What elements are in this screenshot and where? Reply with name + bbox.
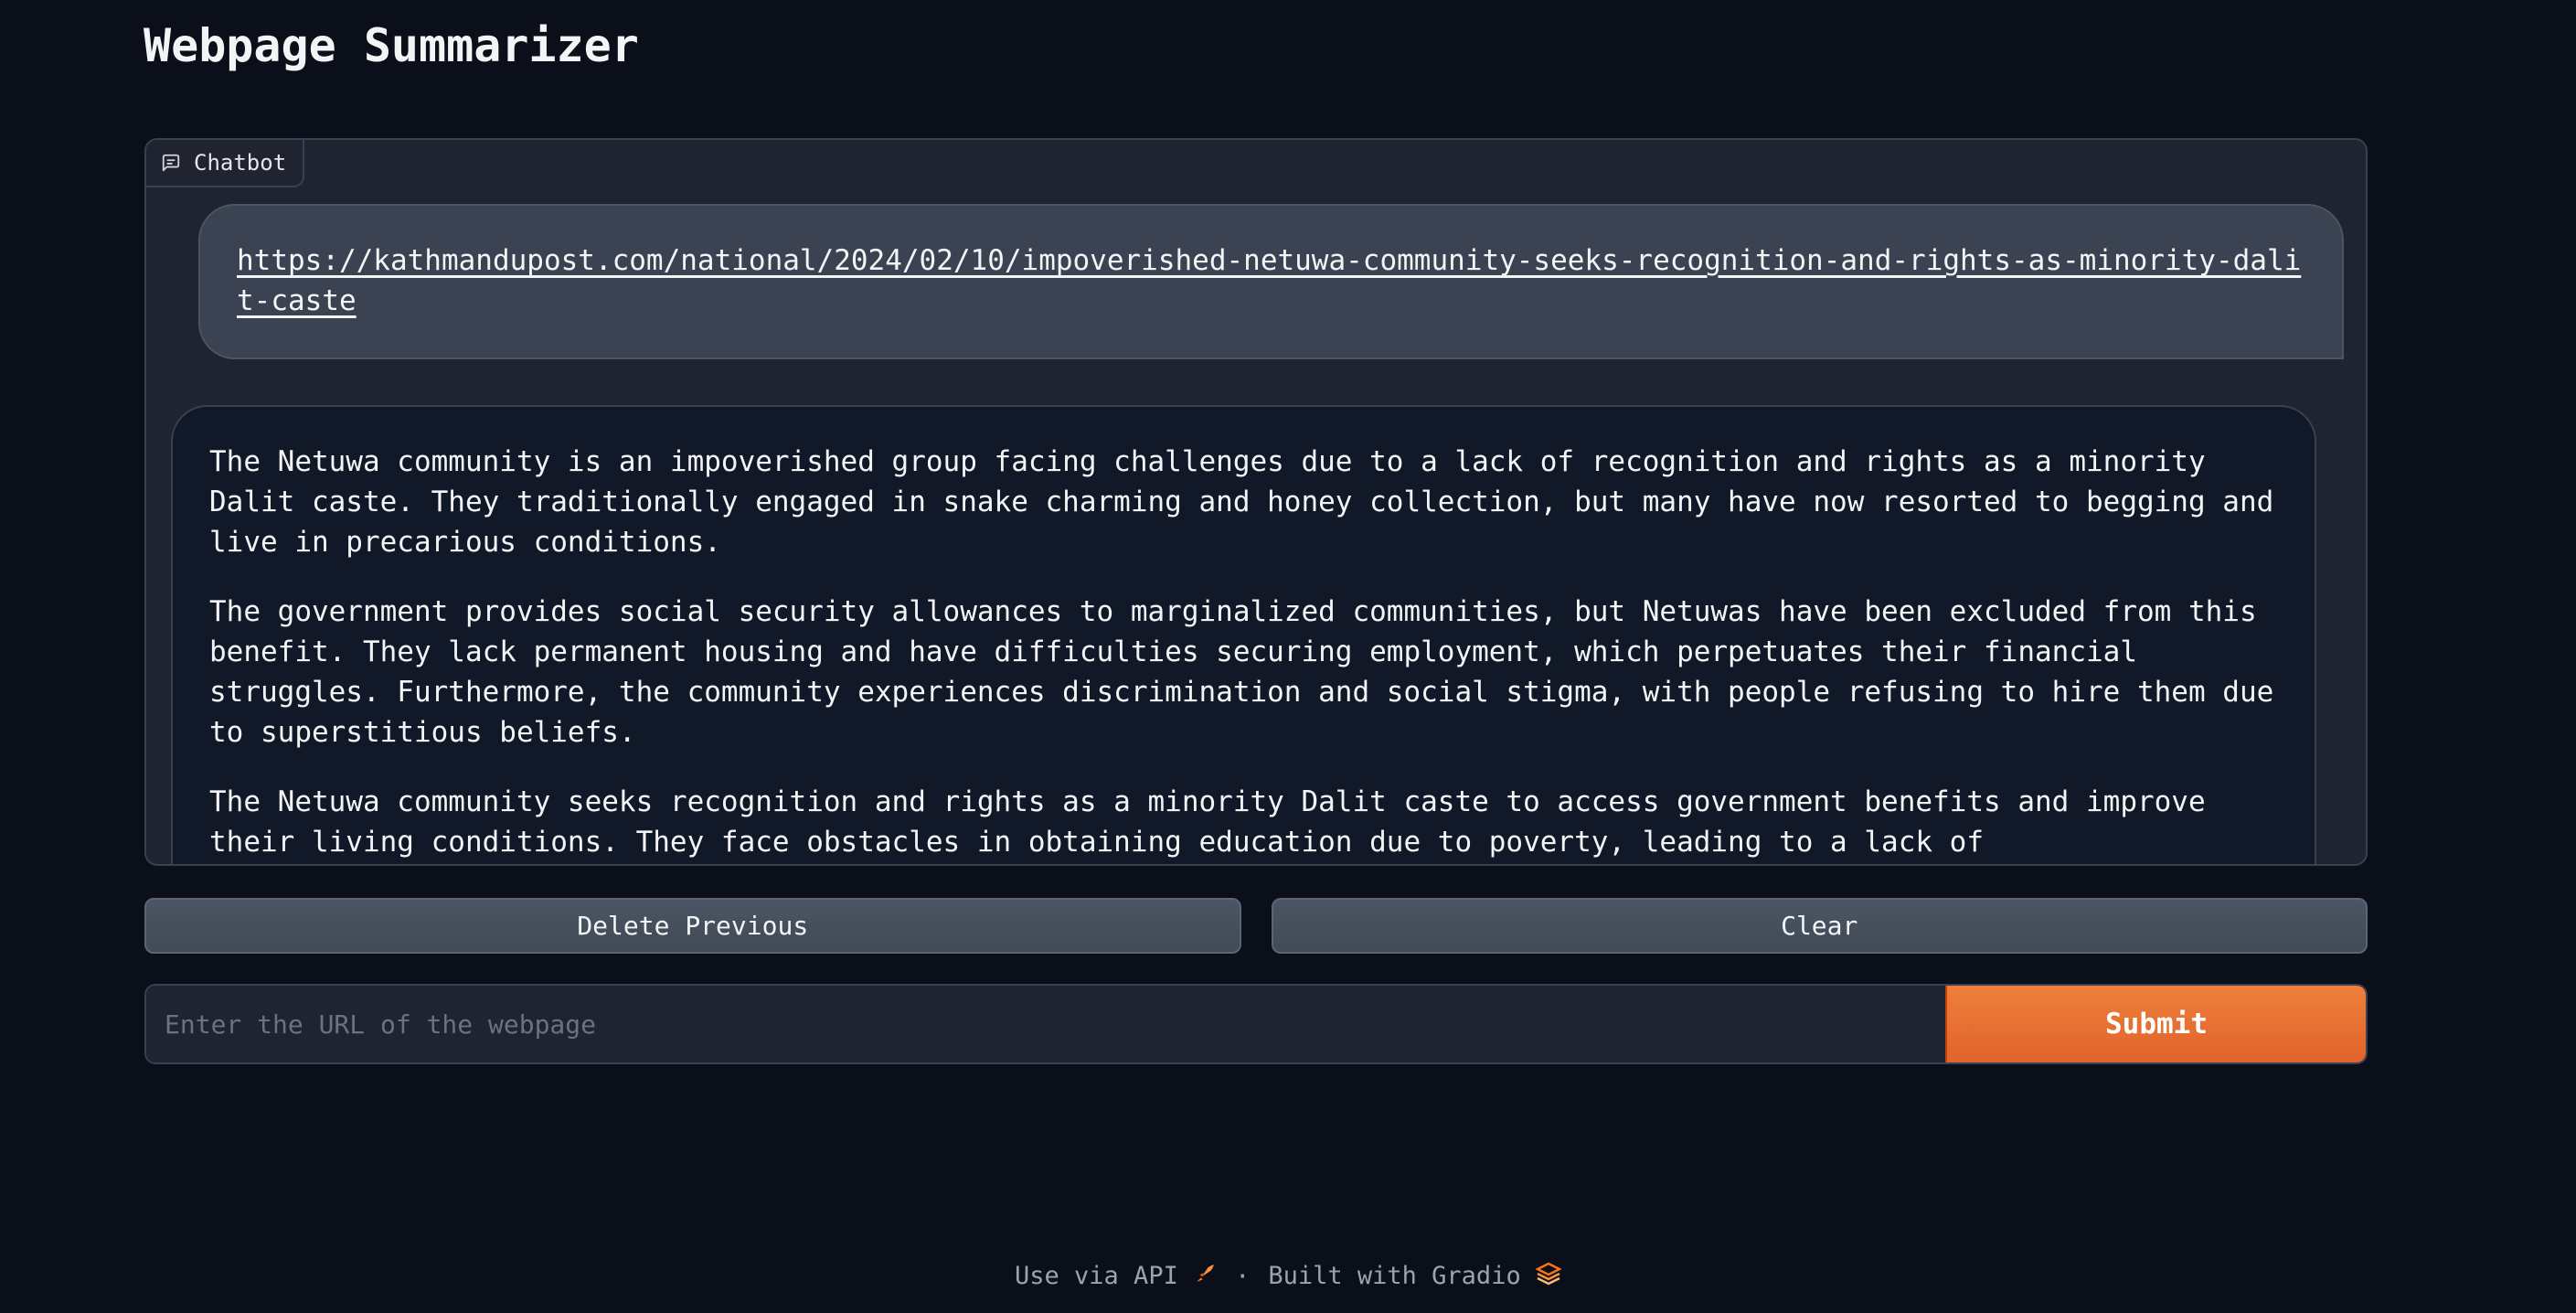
bot-message-paragraph: The Netuwa community seeks recognition a… — [209, 785, 2206, 859]
chat-bubble-icon — [161, 153, 181, 173]
url-input[interactable] — [146, 986, 1945, 1062]
bot-message-paragraph: The Netuwa community is an impoverished … — [209, 445, 2274, 559]
built-with-gradio-label: Built with Gradio — [1268, 1262, 1521, 1290]
rocket-icon — [1193, 1262, 1217, 1292]
clear-button[interactable]: Clear — [1271, 898, 2368, 954]
footer-separator: · — [1235, 1263, 1251, 1291]
user-message-link[interactable]: https://kathmandupost.com/national/2024/… — [237, 244, 2301, 317]
page-title: Webpage Summarizer — [144, 19, 639, 72]
url-input-row: Submit — [144, 984, 2368, 1064]
delete-previous-button[interactable]: Delete Previous — [144, 898, 1241, 954]
chatbot-panel: Chatbot https://kathmandupost.com/nation… — [144, 138, 2368, 866]
use-via-api-link[interactable]: Use via API — [1015, 1262, 1217, 1292]
chatbot-label-text: Chatbot — [194, 150, 287, 176]
submit-button[interactable]: Submit — [1945, 986, 2366, 1062]
footer: Use via API · Built with Gradio — [0, 1262, 2576, 1292]
action-buttons: Delete Previous Clear — [144, 898, 2368, 954]
bot-message-paragraph: The government provides social security … — [209, 595, 2274, 749]
bot-message: The Netuwa community is an impoverished … — [171, 405, 2316, 864]
chatbot-label: Chatbot — [146, 140, 305, 187]
gradio-logo-icon — [1535, 1262, 1562, 1292]
built-with-gradio-link[interactable]: Built with Gradio — [1268, 1262, 1562, 1292]
user-message: https://kathmandupost.com/national/2024/… — [198, 204, 2344, 359]
use-via-api-label: Use via API — [1015, 1262, 1178, 1290]
